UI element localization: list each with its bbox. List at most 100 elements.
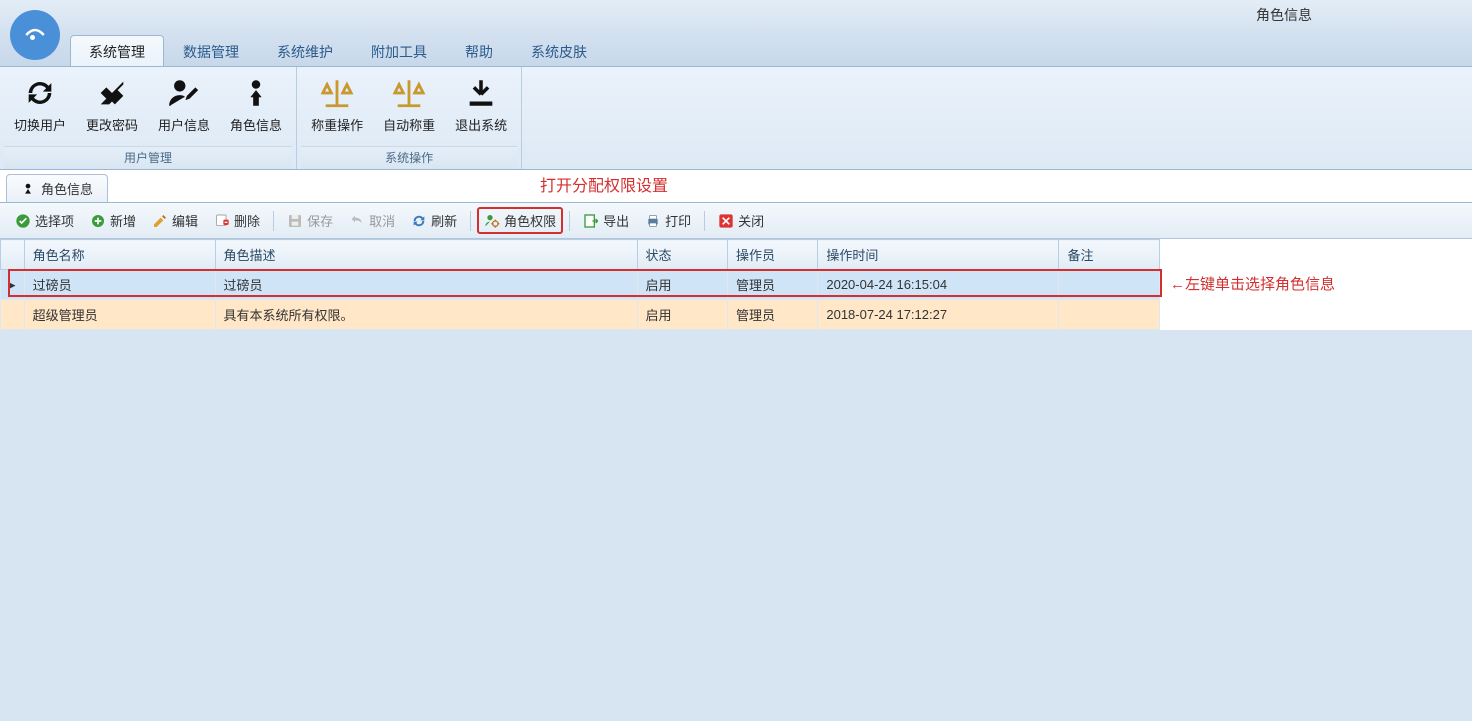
tool-save-label: 保存: [307, 211, 333, 230]
table-row[interactable]: 超级管理员 具有本系统所有权限。 启用 管理员 2018-07-24 17:12…: [1, 300, 1160, 330]
table-row[interactable]: ▸ 过磅员 过磅员 启用 管理员 2020-04-24 16:15:04: [1, 270, 1160, 300]
ribbon-body: 切换用户 更改密码 用户信息 角色信息 用户管理: [0, 66, 1472, 170]
doc-tab-role-info[interactable]: 角色信息: [6, 174, 108, 202]
refresh-small-icon: [411, 213, 427, 229]
cell-desc: 过磅员: [215, 270, 637, 300]
btn-change-password[interactable]: 更改密码: [76, 69, 148, 146]
logo-icon: [20, 20, 50, 50]
tool-export[interactable]: 导出: [576, 207, 636, 234]
cell-op-time: 2018-07-24 17:12:27: [818, 300, 1059, 330]
col-op-time[interactable]: 操作时间: [818, 240, 1059, 270]
title-bar: 角色信息: [0, 0, 1472, 30]
person-icon: [238, 75, 274, 111]
btn-change-password-label: 更改密码: [86, 115, 138, 134]
tool-role-permission-label: 角色权限: [504, 211, 556, 230]
ribbon-group-user-manage-label: 用户管理: [4, 146, 292, 169]
delete-icon: [214, 213, 230, 229]
plus-icon: [90, 213, 106, 229]
tool-select[interactable]: 选择项: [8, 207, 81, 234]
tools-icon: [94, 75, 130, 111]
col-name[interactable]: 角色名称: [24, 240, 215, 270]
btn-auto-weigh[interactable]: 自动称重: [373, 69, 445, 146]
col-operator[interactable]: 操作员: [727, 240, 817, 270]
cell-status: 启用: [637, 300, 727, 330]
tab-extra-tools[interactable]: 附加工具: [352, 35, 446, 66]
separator: [273, 211, 274, 231]
tool-close-label: 关闭: [738, 211, 764, 230]
tool-refresh-label: 刷新: [431, 211, 457, 230]
btn-switch-user-label: 切换用户: [14, 115, 66, 134]
save-icon: [287, 213, 303, 229]
window-title: 角色信息: [1256, 5, 1312, 25]
col-desc[interactable]: 角色描述: [215, 240, 637, 270]
document-tabs: 角色信息 打开分配权限设置: [0, 170, 1472, 203]
cell-desc: 具有本系统所有权限。: [215, 300, 637, 330]
btn-role-info-label: 角色信息: [230, 115, 282, 134]
tool-add[interactable]: 新增: [83, 207, 143, 234]
cell-name: 超级管理员: [24, 300, 215, 330]
separator: [569, 211, 570, 231]
tool-edit[interactable]: 编辑: [145, 207, 205, 234]
btn-role-info[interactable]: 角色信息: [220, 69, 292, 146]
btn-weigh-op[interactable]: 称重操作: [301, 69, 373, 146]
user-gear-icon: [484, 213, 500, 229]
separator: [704, 211, 705, 231]
scale-icon: [319, 75, 355, 111]
tool-edit-label: 编辑: [172, 211, 198, 230]
tool-close[interactable]: 关闭: [711, 207, 771, 234]
cell-note: [1059, 270, 1160, 300]
col-note[interactable]: 备注: [1059, 240, 1160, 270]
row-indicator: ▸: [1, 270, 25, 300]
tool-print[interactable]: 打印: [638, 207, 698, 234]
ribbon-group-system-op-label: 系统操作: [301, 146, 517, 169]
tool-delete[interactable]: 删除: [207, 207, 267, 234]
btn-exit-system-label: 退出系统: [455, 115, 507, 134]
btn-weigh-op-label: 称重操作: [311, 115, 363, 134]
tool-save: 保存: [280, 207, 340, 234]
col-rowhdr[interactable]: [1, 240, 25, 270]
tool-refresh[interactable]: 刷新: [404, 207, 464, 234]
refresh-icon: [22, 75, 58, 111]
tab-system-manage[interactable]: 系统管理: [70, 35, 164, 66]
scale-auto-icon: [391, 75, 427, 111]
close-icon: [718, 213, 734, 229]
tab-system-skin[interactable]: 系统皮肤: [512, 35, 606, 66]
btn-user-info[interactable]: 用户信息: [148, 69, 220, 146]
tab-data-manage[interactable]: 数据管理: [164, 35, 258, 66]
cell-op-time: 2020-04-24 16:15:04: [818, 270, 1059, 300]
export-icon: [583, 213, 599, 229]
ribbon-group-system-op: 称重操作 自动称重 退出系统 系统操作: [297, 67, 522, 169]
tab-system-maintain[interactable]: 系统维护: [258, 35, 352, 66]
undo-icon: [349, 213, 365, 229]
separator: [470, 211, 471, 231]
grid-toolbar: 选择项 新增 编辑 删除 保存 取消 刷新 角色权限 导出 打印 关闭: [0, 203, 1472, 239]
ribbon-group-user-manage: 切换用户 更改密码 用户信息 角色信息 用户管理: [0, 67, 297, 169]
tool-role-permission[interactable]: 角色权限: [477, 207, 563, 234]
tool-cancel: 取消: [342, 207, 402, 234]
tool-delete-label: 删除: [234, 211, 260, 230]
annotation-open-permission: 打开分配权限设置: [540, 172, 668, 196]
tool-export-label: 导出: [603, 211, 629, 230]
grid-wrap: 角色名称 角色描述 状态 操作员 操作时间 备注 ▸ 过磅员 过磅员 启用 管理…: [0, 239, 1472, 330]
check-circle-icon: [15, 213, 31, 229]
btn-auto-weigh-label: 自动称重: [383, 115, 435, 134]
tool-select-label: 选择项: [35, 211, 74, 230]
user-edit-icon: [166, 75, 202, 111]
print-icon: [645, 213, 661, 229]
btn-switch-user[interactable]: 切换用户: [4, 69, 76, 146]
annotation-left-click: ←左键单击选择角色信息: [1170, 273, 1335, 294]
app-logo[interactable]: [10, 10, 60, 60]
doc-tab-label: 角色信息: [41, 179, 93, 198]
pencil-icon: [152, 213, 168, 229]
cell-status: 启用: [637, 270, 727, 300]
btn-user-info-label: 用户信息: [158, 115, 210, 134]
person-small-icon: [21, 182, 35, 196]
tool-add-label: 新增: [110, 211, 136, 230]
row-indicator: [1, 300, 25, 330]
cell-operator: 管理员: [727, 300, 817, 330]
table-header-row: 角色名称 角色描述 状态 操作员 操作时间 备注: [1, 240, 1160, 270]
btn-exit-system[interactable]: 退出系统: [445, 69, 517, 146]
col-status[interactable]: 状态: [637, 240, 727, 270]
cell-operator: 管理员: [727, 270, 817, 300]
tab-help[interactable]: 帮助: [446, 35, 512, 66]
